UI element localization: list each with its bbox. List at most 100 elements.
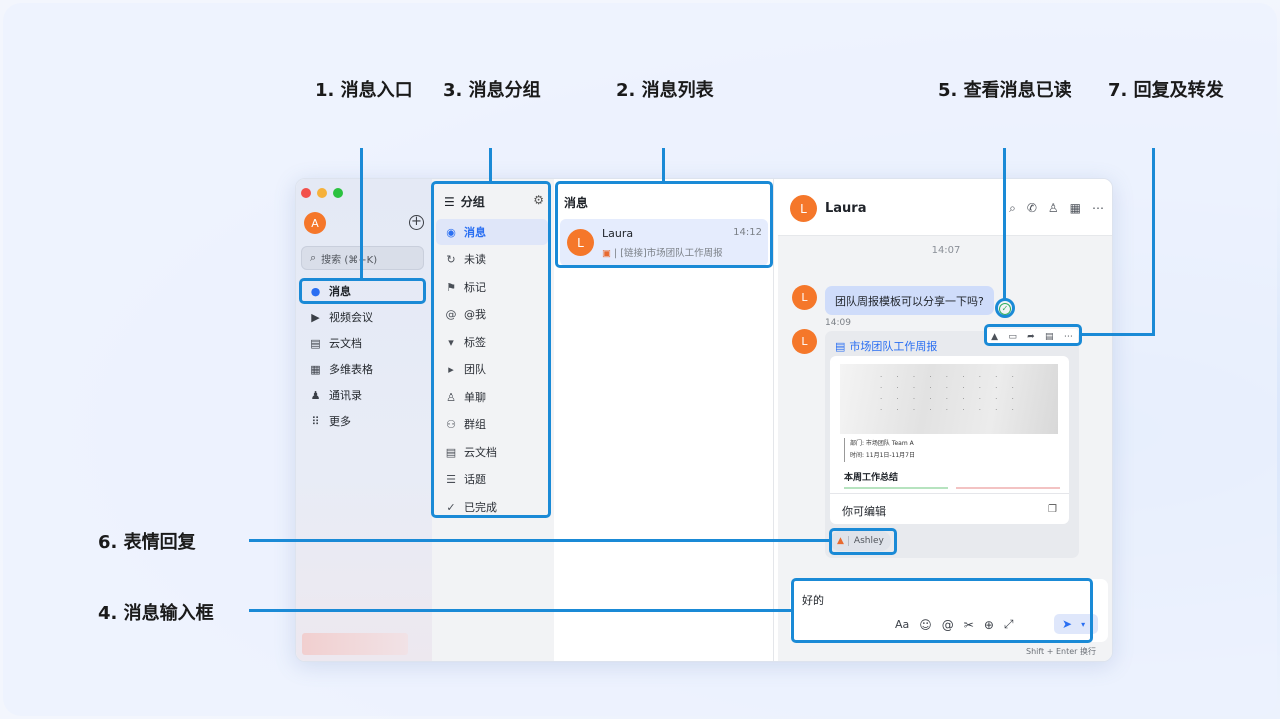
doc-icon: ▤ [445,445,457,459]
caret-right-icon: ▸ [448,362,454,376]
emoji-reaction[interactable]: ▲ Ashley [830,531,891,551]
doc-preview-image: · · · · · · · · · · · · · · · · · · · · … [840,364,1058,434]
group-item-label: 未读 [464,253,486,266]
forward-icon[interactable]: ➦ [1027,332,1035,342]
doc-meta-date: 时间: 11月1日-11月7日 [850,452,915,459]
group-item-label: 标签 [464,336,486,349]
group-item-label: @我 [464,308,486,321]
plus-circle-icon[interactable]: ⊕ [984,618,994,632]
nav-bottom-banner[interactable] [302,633,408,655]
doc-card-title-text: 市场团队工作周报 [849,340,938,353]
window-controls [301,188,343,198]
doc-card-message[interactable]: ▤ 市场团队工作周报 · · · · · · · · · · · · · · ·… [825,331,1079,558]
group-item-label: 消息 [464,226,486,239]
at-icon[interactable]: @ [942,618,954,632]
doc-icon: ▤ [835,339,846,353]
group-title: 分组 [460,195,485,209]
doc-meta: 部门: 市场团队 Team A 时间: 11月1日-11月7日 [844,438,915,462]
grid-icon: ⠿ [311,414,320,428]
nav-item-label: 多维表格 [329,363,373,376]
text-format-icon[interactable]: Aa [895,618,909,631]
annotation-entry: 1. 消息入口 [315,80,413,101]
annotation-line-read [1003,148,1006,300]
doc-preview[interactable]: · · · · · · · · · · · · · · · · · · · · … [830,356,1069,524]
reply-icon[interactable]: ▭ [1008,332,1017,342]
group-item-team[interactable]: ▸ 团队 [436,356,548,382]
message-list: 消息 L Laura 14:12 ▣ | [链接]市场团队工作周报 [554,179,774,661]
group-item-flagged[interactable]: ⚑ 标记 [436,274,548,300]
video-icon: ▶ [311,310,320,324]
preview-text: [链接]市场团队工作周报 [620,248,723,259]
refresh-icon: ↻ [446,252,456,266]
annotation-input: 4. 消息输入框 [98,603,214,624]
contact-name[interactable]: Laura [825,201,867,216]
emoji-icon[interactable]: ☺ [919,618,932,632]
conversation-time: 14:12 [733,227,762,238]
flag-icon: ⚑ [446,280,456,294]
send-icon: ➤ [1062,617,1073,631]
minimize-window-icon[interactable] [317,188,327,198]
avatar: L [567,229,594,256]
maximize-window-icon[interactable] [333,188,343,198]
link-card-icon: ▣ [602,248,614,259]
group-item-mentions[interactable]: @ @我 [436,301,548,327]
collapse-icon[interactable]: ☰ [444,195,455,209]
add-member-icon[interactable]: ♙ [1048,201,1059,216]
message-time: 14:09 [825,318,851,328]
group-icon: ⚇ [446,417,456,431]
plus-circle-icon[interactable]: + [409,215,424,230]
user-avatar[interactable]: A [304,212,326,234]
annotation-groups: 3. 消息分组 [443,80,541,101]
group-item-groups[interactable]: ⚇ 群组 [436,411,548,437]
nav-item-messages[interactable]: ● 消息 [302,280,424,302]
close-window-icon[interactable] [301,188,311,198]
scissors-icon[interactable]: ✂ [964,618,974,632]
read-receipt-icon[interactable]: ✓ [999,303,1011,315]
group-item-direct[interactable]: ♙ 单聊 [436,384,548,410]
message-input-box[interactable]: 好的 Aa ☺ @ ✂ ⊕ ⤢ ➤ ▾ [790,579,1108,642]
group-item-done[interactable]: ✓ 已完成 [436,494,548,520]
nav-item-label: 更多 [329,415,351,428]
nav-item-contacts[interactable]: ♟ 通讯录 [302,384,424,406]
phone-icon[interactable]: ✆ [1027,201,1037,216]
copy-icon[interactable]: ❐ [1048,504,1057,515]
annotation-line-list [662,148,665,182]
quote-icon[interactable]: ▤ [1045,332,1054,342]
nav-item-more[interactable]: ⠿ 更多 [302,410,424,432]
divider [830,493,1069,494]
calendar-icon[interactable]: ▦ [1070,201,1081,216]
gear-icon[interactable]: ⚙ [533,193,544,207]
conversation-item[interactable]: L Laura 14:12 ▣ | [链接]市场团队工作周报 [560,219,768,266]
send-button[interactable]: ➤ ▾ [1054,614,1098,634]
chevron-down-icon[interactable]: ▾ [1081,620,1085,629]
more-icon[interactable]: ⋯ [1064,332,1073,342]
doc-card-title[interactable]: ▤ 市场团队工作周报 [835,338,937,354]
doc-section-title: 本周工作总结 [844,473,899,483]
nav-item-docs[interactable]: ▤ 云文档 [302,332,424,354]
search-chat-icon[interactable]: ⌕ [1009,201,1016,216]
like-icon[interactable]: ▲ [991,332,998,342]
group-item-tags[interactable]: ▾ 标签 [436,329,548,355]
message-bubble[interactable]: 团队周报模板可以分享一下吗? [825,286,994,315]
sender-avatar[interactable]: L [792,329,817,354]
person-icon: ♙ [446,390,456,404]
nav-item-base[interactable]: ▦ 多维表格 [302,358,424,380]
group-item-topics[interactable]: ☰ 话题 [436,466,548,492]
chat-bubble-icon: ● [310,284,321,298]
send-hint: Shift + Enter 换行 [1026,647,1096,656]
group-item-unread[interactable]: ↻ 未读 [436,246,548,272]
message-icon: ◉ [446,225,456,239]
group-item-label: 标记 [464,281,486,294]
group-item-docs[interactable]: ▤ 云文档 [436,439,548,465]
group-item-messages[interactable]: ◉ 消息 [436,219,548,245]
group-item-label: 已完成 [464,501,497,514]
contact-avatar[interactable]: L [790,195,817,222]
caret-down-icon: ▾ [448,335,454,349]
annotation-read: 5. 查看消息已读 [938,80,1072,101]
expand-icon[interactable]: ⤢ [1004,617,1014,632]
sender-avatar[interactable]: L [792,285,817,310]
message-input[interactable]: 好的 [802,592,824,608]
more-icon[interactable]: ⋯ [1092,201,1104,216]
nav-item-video-meeting[interactable]: ▶ 视频会议 [302,306,424,328]
group-header: ☰ 分组 [444,193,485,210]
